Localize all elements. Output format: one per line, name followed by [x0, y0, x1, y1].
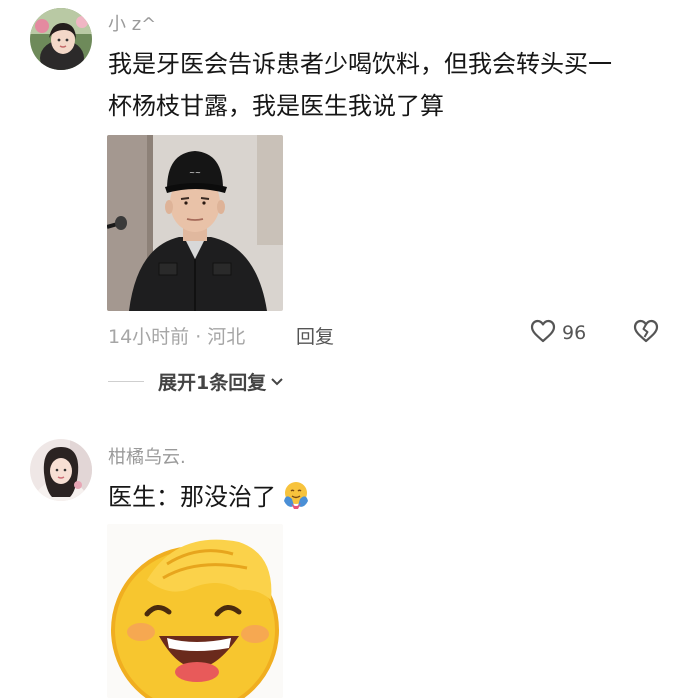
expand-divider	[108, 381, 144, 382]
username[interactable]: 柑橘乌云.	[108, 443, 186, 469]
comment-time-location: 14小时前 · 河北	[108, 326, 246, 348]
avatar[interactable]	[30, 8, 92, 70]
username[interactable]: 小 z^	[108, 10, 156, 36]
comment-text-line-2: 杯杨枝甘露，我是医生我说了算	[108, 92, 444, 120]
like-button[interactable]: 96	[530, 319, 586, 347]
expand-replies[interactable]: 展开1条回复	[108, 368, 284, 395]
broken-heart-icon	[633, 319, 659, 347]
heart-outline-icon	[530, 319, 556, 347]
comment-list: 小 z^ 我是牙医会告诉患者少喝饮料，但我会转头买一 杯杨枝甘露，我是医生我说了…	[0, 0, 690, 698]
comment-text-line-1: 我是牙医会告诉患者少喝饮料，但我会转头买一	[108, 50, 612, 78]
expand-replies-label: 展开1条回复	[158, 372, 267, 394]
comment-sticker-image[interactable]	[107, 524, 283, 698]
comment-image[interactable]: ~~	[107, 135, 283, 311]
reply-button[interactable]: 回复	[296, 322, 334, 349]
comment-text-content: 医生：那没治了	[108, 483, 276, 511]
hugging-face-emoji	[280, 479, 312, 523]
avatar[interactable]	[30, 439, 92, 501]
comment-text: 医生：那没治了	[108, 477, 312, 523]
chevron-down-icon	[270, 372, 284, 391]
dislike-button[interactable]	[633, 319, 659, 347]
svg-text:~~: ~~	[189, 169, 201, 177]
like-count: 96	[562, 322, 587, 344]
